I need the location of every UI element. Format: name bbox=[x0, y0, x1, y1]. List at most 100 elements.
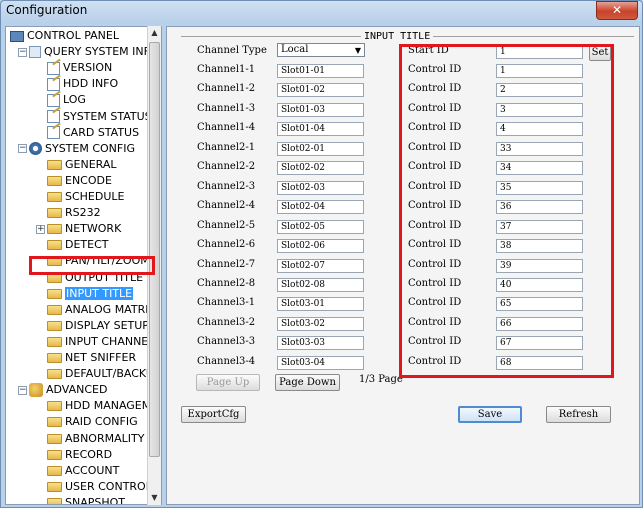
channel-label: Channel2-8 bbox=[197, 277, 256, 289]
tree-item-label: ADVANCED bbox=[46, 383, 108, 397]
tree-item-label: SYSTEM CONFIG bbox=[45, 141, 136, 155]
tree-item[interactable]: VERSION bbox=[36, 60, 112, 76]
tree-item[interactable]: INPUT CHANNEL bbox=[36, 334, 154, 350]
channel-label: Channel2-4 bbox=[197, 200, 256, 212]
folder-icon bbox=[47, 336, 62, 347]
channel-title-input[interactable]: Slot01-01 bbox=[277, 64, 364, 78]
tree-item[interactable]: DETECT bbox=[36, 237, 109, 253]
tree-item-label: SYSTEM STATUS bbox=[63, 109, 152, 123]
tree-item-label: CONTROL PANEL bbox=[27, 29, 119, 42]
channel-label: Channel1-1 bbox=[197, 64, 256, 75]
expand-icon[interactable]: + bbox=[36, 224, 45, 234]
tree-item[interactable]: USER CONTROL bbox=[36, 479, 152, 495]
tree-item[interactable]: HDD MANAGEMENT bbox=[36, 398, 161, 414]
tree-item-label: ABNORMALITY bbox=[65, 431, 145, 445]
save-button[interactable]: Save bbox=[458, 406, 522, 423]
channel-type-label: Channel Type bbox=[197, 45, 267, 56]
channel-label: Channel2-2 bbox=[197, 161, 256, 173]
folder-icon bbox=[47, 208, 62, 219]
monitor-icon bbox=[10, 30, 24, 42]
collapse-icon[interactable]: − bbox=[18, 385, 27, 395]
channel-label: Channel2-1 bbox=[197, 141, 256, 153]
refresh-button[interactable]: Refresh bbox=[546, 406, 611, 423]
tree-item[interactable]: NET SNIFFER bbox=[36, 350, 136, 366]
folder-icon bbox=[47, 288, 62, 299]
folder-icon bbox=[47, 240, 62, 251]
channel-title-input[interactable]: Slot02-03 bbox=[277, 180, 364, 195]
scroll-thumb[interactable] bbox=[149, 42, 160, 457]
advanced-icon bbox=[29, 383, 43, 398]
tree-item[interactable]: RAID CONFIG bbox=[36, 414, 138, 430]
tree-item[interactable]: SYSTEM STATUS bbox=[36, 109, 152, 125]
tree-item[interactable]: DISPLAY SETUP bbox=[36, 318, 149, 334]
page-up-button[interactable]: Page Up bbox=[196, 374, 260, 391]
folder-icon bbox=[47, 353, 62, 363]
tree-item[interactable]: RECORD bbox=[36, 447, 112, 463]
channel-title-input[interactable]: Slot02-06 bbox=[277, 239, 364, 254]
channel-type-select[interactable]: Local ▼ bbox=[277, 43, 365, 57]
tree-item[interactable]: CARD STATUS bbox=[36, 125, 139, 141]
tree-item[interactable]: LOG bbox=[36, 92, 86, 108]
channel-title-input[interactable]: Slot01-04 bbox=[277, 122, 364, 137]
channel-type-value: Local bbox=[281, 44, 309, 55]
tree-item-label: INPUT CHANNEL bbox=[65, 334, 155, 348]
channel-title-input[interactable]: Slot02-04 bbox=[277, 200, 364, 215]
folder-icon bbox=[47, 497, 62, 504]
tree-item-label: RS232 bbox=[65, 206, 101, 220]
channel-title-input[interactable]: Slot03-01 bbox=[277, 297, 364, 312]
folder-icon bbox=[47, 417, 62, 428]
channel-title-input[interactable]: Slot01-03 bbox=[277, 102, 364, 117]
tree-item[interactable]: ACCOUNT bbox=[36, 463, 119, 479]
tree-item[interactable]: CONTROL PANEL bbox=[10, 28, 119, 44]
document-icon bbox=[47, 110, 60, 123]
folder-icon bbox=[47, 224, 62, 235]
folder-icon bbox=[47, 304, 62, 315]
tree-item[interactable]: ANALOG MATRIX bbox=[36, 302, 156, 318]
close-button[interactable]: ✕ bbox=[596, 1, 638, 20]
tree-item[interactable]: − SYSTEM CONFIG bbox=[18, 141, 135, 157]
tree-item[interactable]: DEFAULT/BACKUP bbox=[36, 366, 161, 382]
document-icon bbox=[47, 61, 60, 75]
page-down-button[interactable]: Page Down bbox=[275, 374, 340, 391]
scroll-down-arrow-icon[interactable]: ▼ bbox=[148, 491, 161, 505]
tree-item[interactable]: − QUERY SYSTEM INFO bbox=[18, 44, 159, 60]
folder-icon bbox=[47, 433, 62, 444]
collapse-icon[interactable]: − bbox=[18, 47, 27, 57]
channel-title-input[interactable]: Slot01-02 bbox=[277, 83, 364, 98]
channel-title-input[interactable]: Slot02-07 bbox=[277, 258, 364, 273]
tree-item[interactable]: ENCODE bbox=[36, 173, 112, 189]
channel-title-input[interactable]: Slot02-02 bbox=[277, 161, 364, 176]
tree-item[interactable]: SCHEDULE bbox=[36, 189, 125, 205]
channel-title-input[interactable]: Slot03-02 bbox=[277, 316, 364, 331]
tree-item[interactable]: ABNORMALITY bbox=[36, 431, 144, 447]
tree-item-label: LOG bbox=[63, 93, 86, 107]
channel-label: Channel3-4 bbox=[197, 355, 256, 367]
tree-item-label: ANALOG MATRIX bbox=[65, 302, 156, 316]
tree-item[interactable]: RS232 bbox=[36, 205, 101, 221]
export-config-button[interactable]: ExportCfg bbox=[181, 406, 246, 423]
channel-title-input[interactable]: Slot03-04 bbox=[277, 355, 364, 370]
collapse-icon[interactable]: − bbox=[18, 144, 27, 154]
tree-item-label: RECORD bbox=[65, 447, 113, 461]
channel-title-input[interactable]: Slot03-03 bbox=[277, 336, 364, 351]
tree-item[interactable]: − ADVANCED bbox=[18, 382, 107, 398]
channel-title-input[interactable]: Slot02-05 bbox=[277, 219, 364, 234]
tree-item[interactable]: GENERAL bbox=[36, 157, 117, 173]
channel-label: Channel3-3 bbox=[197, 336, 256, 348]
configuration-window: Configuration ✕ CONTROL PANEL − QUERY SYST… bbox=[0, 0, 643, 508]
tree-item[interactable]: HDD INFO bbox=[36, 76, 118, 92]
scroll-up-arrow-icon[interactable]: ▲ bbox=[148, 26, 161, 40]
tree-item[interactable]: SNAPSHOT bbox=[36, 495, 126, 505]
tree-item-label: VERSION bbox=[63, 61, 113, 75]
page-indicator: 1/3 Page bbox=[359, 374, 403, 385]
folder-icon bbox=[47, 369, 62, 380]
channel-label: Channel2-3 bbox=[197, 180, 256, 192]
tree-item[interactable]: + NETWORK bbox=[36, 221, 121, 237]
channel-title-input[interactable]: Slot02-08 bbox=[277, 277, 364, 292]
tree-item-label: SNAPSHOT bbox=[65, 495, 126, 505]
tree-item[interactable]: INPUT TITLE bbox=[36, 286, 134, 302]
group-title: INPUT TITLE bbox=[361, 31, 434, 42]
tree-item-label: GENERAL bbox=[65, 157, 117, 171]
channel-title-input[interactable]: Slot02-01 bbox=[277, 141, 364, 156]
input-title-highlight-box bbox=[29, 256, 155, 275]
